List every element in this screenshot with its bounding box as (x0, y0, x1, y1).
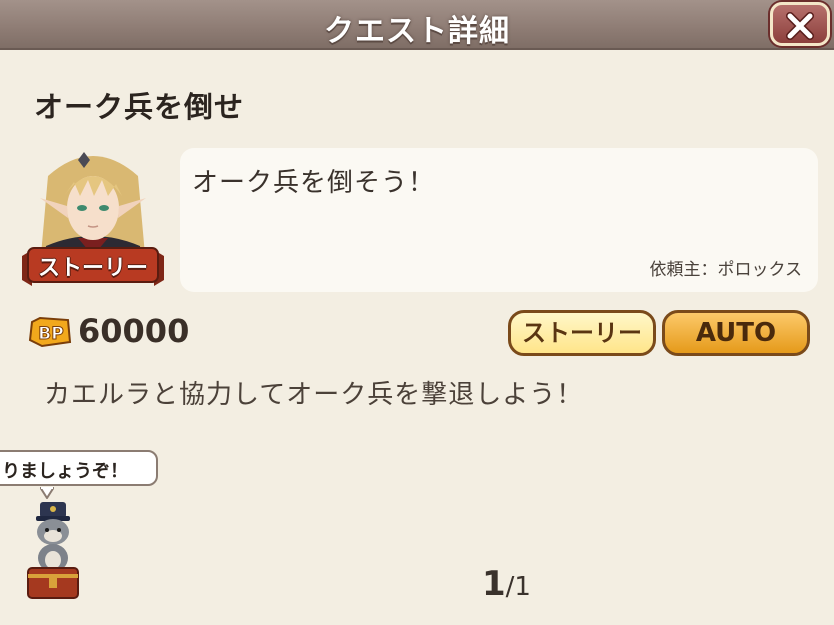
page-total: /1 (505, 572, 531, 602)
title-bar: クエスト詳細 (0, 0, 834, 50)
message-box: オーク兵を倒そう！ 依頼主：ポロックス (180, 148, 818, 292)
speech-bubble: りましょうぞ！ (0, 450, 158, 486)
bp-value: 60000 (78, 312, 190, 350)
speech-text: りましょうぞ！ (2, 461, 128, 482)
quest-title: オーク兵を倒せ (34, 90, 245, 124)
close-icon (773, 5, 827, 43)
quest-detail-dialog: クエスト詳細 オーク兵を倒せ ストーリー オーク兵を倒そう！ 依頼主：ポロックス… (0, 0, 834, 625)
character-portrait: ストーリー (18, 146, 168, 296)
quest-requester: 依頼主：ポロックス (649, 260, 803, 280)
quest-message: オーク兵を倒そう！ (192, 168, 436, 198)
story-button[interactable]: ストーリー (508, 310, 656, 356)
quest-description: カエルラと協力してオーク兵を撃退しよう！ (44, 380, 584, 410)
mascot-character[interactable] (22, 498, 84, 602)
close-button[interactable] (770, 2, 830, 46)
dialog-title: クエスト詳細 (324, 14, 510, 49)
bp-icon-label: BP (38, 324, 63, 344)
auto-button[interactable]: AUTO (662, 310, 810, 356)
page-current: 1 (482, 564, 506, 604)
page-indicator: 1/1 (482, 564, 531, 604)
story-badge: ストーリー (37, 256, 148, 281)
bp-icon: BP (28, 316, 72, 348)
